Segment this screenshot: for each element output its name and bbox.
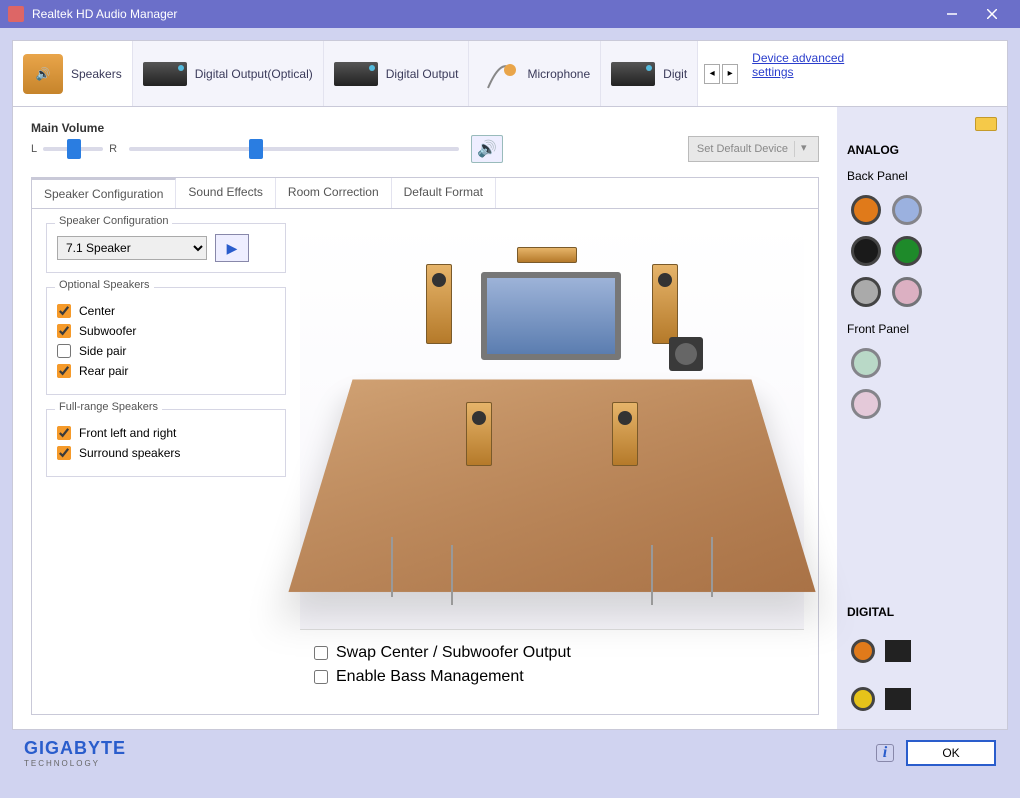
- tab-label: Microphone: [527, 67, 590, 81]
- speaker-icon: 🔊: [477, 139, 497, 159]
- group-legend: Full-range Speakers: [55, 401, 162, 413]
- set-default-device[interactable]: Set Default Device ▾: [688, 136, 819, 162]
- tab-speakers[interactable]: 🔊 Speakers: [13, 41, 133, 106]
- tab-scroll-left[interactable]: ◂: [704, 64, 720, 84]
- chk-bass-mgmt[interactable]: [314, 670, 328, 684]
- device-advanced-link[interactable]: Device advanced settings: [744, 41, 884, 106]
- digital-heading: DIGITAL: [847, 605, 997, 619]
- right-column: ANALOG Back Panel Front Panel DIGITAL: [837, 107, 1007, 729]
- optional-speakers-group: Optional Speakers Center Subwoofer Side …: [46, 287, 286, 395]
- tab-label: Speakers: [71, 67, 122, 81]
- stage-illustration: [300, 223, 804, 629]
- jack-pink[interactable]: [892, 277, 922, 307]
- set-default-label: Set Default Device: [697, 143, 788, 155]
- device-tabs: 🔊 Speakers Digital Output(Optical) Digit…: [13, 41, 1007, 107]
- folder-icon[interactable]: [975, 117, 997, 131]
- chevron-down-icon: ▾: [794, 141, 810, 157]
- jack-front-pink[interactable]: [851, 389, 881, 419]
- front-right-speaker-icon[interactable]: [652, 264, 678, 344]
- amp-icon: [611, 62, 655, 86]
- back-panel-label: Back Panel: [847, 169, 997, 183]
- chk-label: Front left and right: [79, 426, 176, 440]
- digital-optical-2[interactable]: [885, 688, 911, 710]
- mid-left-speaker-icon[interactable]: [466, 402, 492, 466]
- app-icon: [8, 6, 24, 22]
- tv-icon: [481, 272, 621, 360]
- jack-green[interactable]: [892, 236, 922, 266]
- amp-icon: [334, 62, 378, 86]
- chk-label: Swap Center / Subwoofer Output: [336, 644, 571, 662]
- subtab-default-format[interactable]: Default Format: [392, 178, 496, 208]
- fullrange-speakers-group: Full-range Speakers Front left and right…: [46, 409, 286, 477]
- tab-scroll-right[interactable]: ▸: [722, 64, 738, 84]
- speakers-icon: 🔊: [23, 54, 63, 94]
- titlebar: Realtek HD Audio Manager: [0, 0, 1020, 28]
- mute-button[interactable]: 🔊: [471, 135, 503, 163]
- ok-button[interactable]: OK: [906, 740, 996, 766]
- digital-optical-1[interactable]: [885, 640, 911, 662]
- front-panel-label: Front Panel: [847, 322, 997, 336]
- front-left-speaker-icon[interactable]: [426, 264, 452, 344]
- chk-label: Rear pair: [79, 364, 128, 378]
- center-speaker-icon[interactable]: [517, 247, 577, 263]
- balance-slider[interactable]: [43, 147, 103, 151]
- tab-digit[interactable]: Digit: [601, 41, 698, 106]
- chk-subwoofer[interactable]: [57, 324, 71, 338]
- speaker-config-group: Speaker Configuration 7.1 Speaker ▶: [46, 223, 286, 273]
- balance-l-label: L: [31, 143, 37, 155]
- chk-label: Subwoofer: [79, 324, 136, 338]
- chk-swap-center-sub[interactable]: [314, 646, 328, 660]
- chk-side-pair[interactable]: [57, 344, 71, 358]
- chk-label: Enable Bass Management: [336, 668, 524, 686]
- jack-front-green[interactable]: [851, 348, 881, 378]
- footer: GIGABYTE TECHNOLOGY i OK: [12, 730, 1008, 768]
- window-body: 🔊 Speakers Digital Output(Optical) Digit…: [0, 28, 1020, 798]
- subtab-sound-effects[interactable]: Sound Effects: [176, 178, 276, 208]
- window-title: Realtek HD Audio Manager: [32, 7, 177, 21]
- chk-label: Center: [79, 304, 115, 318]
- tab-label: Digital Output: [386, 67, 459, 81]
- chk-center[interactable]: [57, 304, 71, 318]
- jack-blue[interactable]: [892, 195, 922, 225]
- chk-label: Surround speakers: [79, 446, 180, 460]
- minimize-button[interactable]: [932, 0, 972, 28]
- group-legend: Optional Speakers: [55, 279, 154, 291]
- brand-logo: GIGABYTE TECHNOLOGY: [24, 738, 126, 768]
- info-button[interactable]: i: [876, 744, 894, 762]
- mid-right-speaker-icon[interactable]: [612, 402, 638, 466]
- group-legend: Speaker Configuration: [55, 215, 172, 227]
- speaker-scene: Swap Center / Subwoofer Output Enable Ba…: [300, 223, 804, 700]
- analog-heading: ANALOG: [847, 143, 997, 157]
- close-button[interactable]: [972, 0, 1012, 28]
- speaker-config-select[interactable]: 7.1 Speaker: [57, 236, 207, 260]
- chk-front-lr[interactable]: [57, 426, 71, 440]
- digital-out-orange[interactable]: [851, 639, 875, 663]
- amp-icon: [143, 62, 187, 86]
- jack-black[interactable]: [851, 236, 881, 266]
- test-play-button[interactable]: ▶: [215, 234, 249, 262]
- subtab-speaker-config[interactable]: Speaker Configuration: [32, 178, 176, 208]
- main-volume-slider[interactable]: [129, 147, 459, 151]
- tab-digital-optical[interactable]: Digital Output(Optical): [133, 41, 324, 106]
- mic-icon: [479, 54, 519, 94]
- tab-label: Digit: [663, 67, 687, 81]
- balance-r-label: R: [109, 143, 117, 155]
- tab-digital-output[interactable]: Digital Output: [324, 41, 470, 106]
- sub-tabs: Speaker Configuration Sound Effects Room…: [31, 177, 819, 208]
- digital-out-yellow[interactable]: [851, 687, 875, 711]
- subtab-room-correction[interactable]: Room Correction: [276, 178, 392, 208]
- chk-label: Side pair: [79, 344, 126, 358]
- chk-rear-pair[interactable]: [57, 364, 71, 378]
- jack-orange[interactable]: [851, 195, 881, 225]
- config-panel: Speaker Configuration 7.1 Speaker ▶ Opti…: [31, 208, 819, 715]
- main-volume-label: Main Volume: [31, 121, 819, 135]
- chk-surround[interactable]: [57, 446, 71, 460]
- tab-microphone[interactable]: Microphone: [469, 41, 601, 106]
- jack-grey[interactable]: [851, 277, 881, 307]
- tab-label: Digital Output(Optical): [195, 67, 313, 81]
- tab-scroll-nav: ◂ ▸: [698, 41, 744, 106]
- left-column: Main Volume L R 🔊 Set Default Device ▾: [13, 107, 837, 729]
- subwoofer-icon[interactable]: [669, 337, 703, 371]
- main-card: 🔊 Speakers Digital Output(Optical) Digit…: [12, 40, 1008, 730]
